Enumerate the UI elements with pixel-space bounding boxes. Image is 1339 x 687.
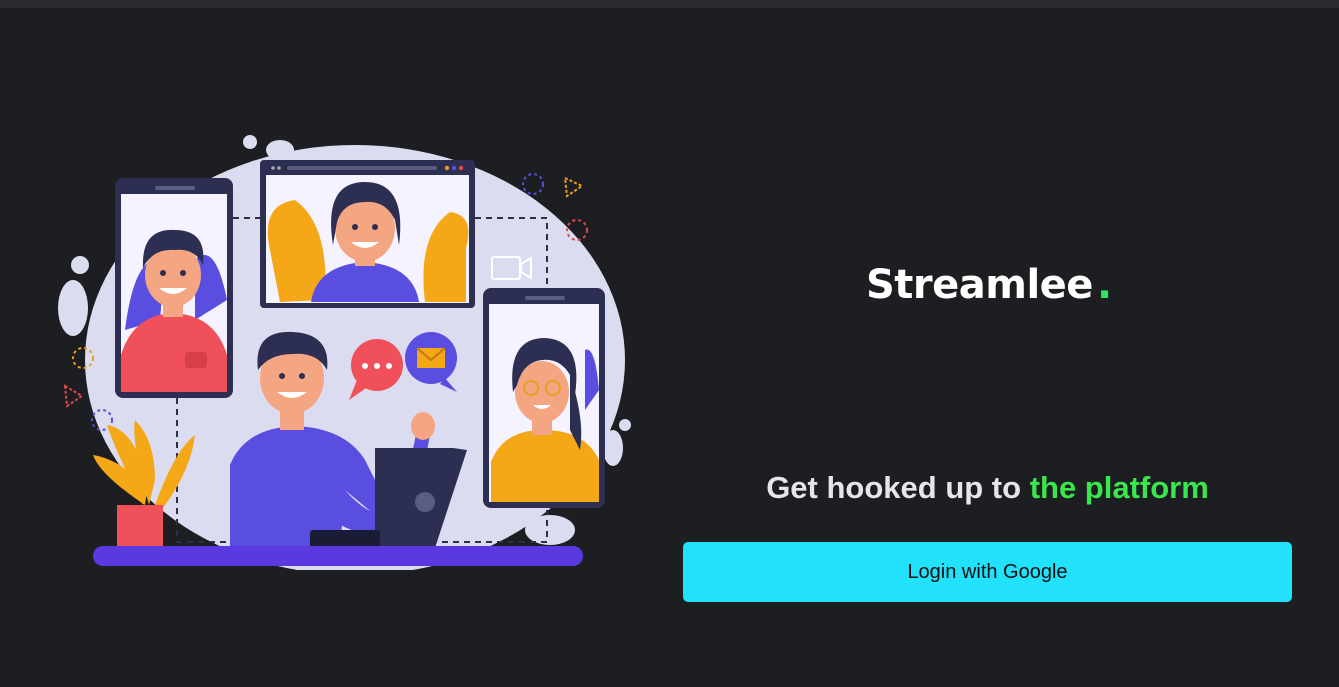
tagline-lead: Get hooked up to — [766, 470, 1030, 505]
blob-bubble — [619, 419, 631, 431]
tagline: Get hooked up to the platform — [683, 470, 1292, 506]
blob-bubble — [71, 256, 89, 274]
top-bar — [0, 0, 1339, 8]
desk-surface — [93, 546, 583, 566]
video-call-illustration — [58, 135, 631, 570]
doodle-circle — [522, 173, 544, 195]
tagline-highlight: the platform — [1029, 470, 1209, 505]
doodle-triangle — [63, 384, 84, 408]
brand-logo: Streamlee. — [866, 262, 1112, 308]
phone-right — [483, 288, 605, 508]
blob-bubble — [266, 140, 294, 160]
login-with-google-button[interactable]: Login with Google — [683, 542, 1292, 602]
browser-window-center — [260, 160, 475, 308]
blob-bubble — [525, 515, 575, 545]
blob-bubble — [603, 430, 623, 466]
doodle-triangle — [563, 176, 585, 198]
phone-left — [115, 178, 233, 398]
blob-bubble — [58, 280, 88, 336]
brand-dot: . — [1096, 262, 1112, 308]
brand-name: Streamlee — [866, 262, 1093, 308]
blob-bubble — [243, 135, 257, 149]
